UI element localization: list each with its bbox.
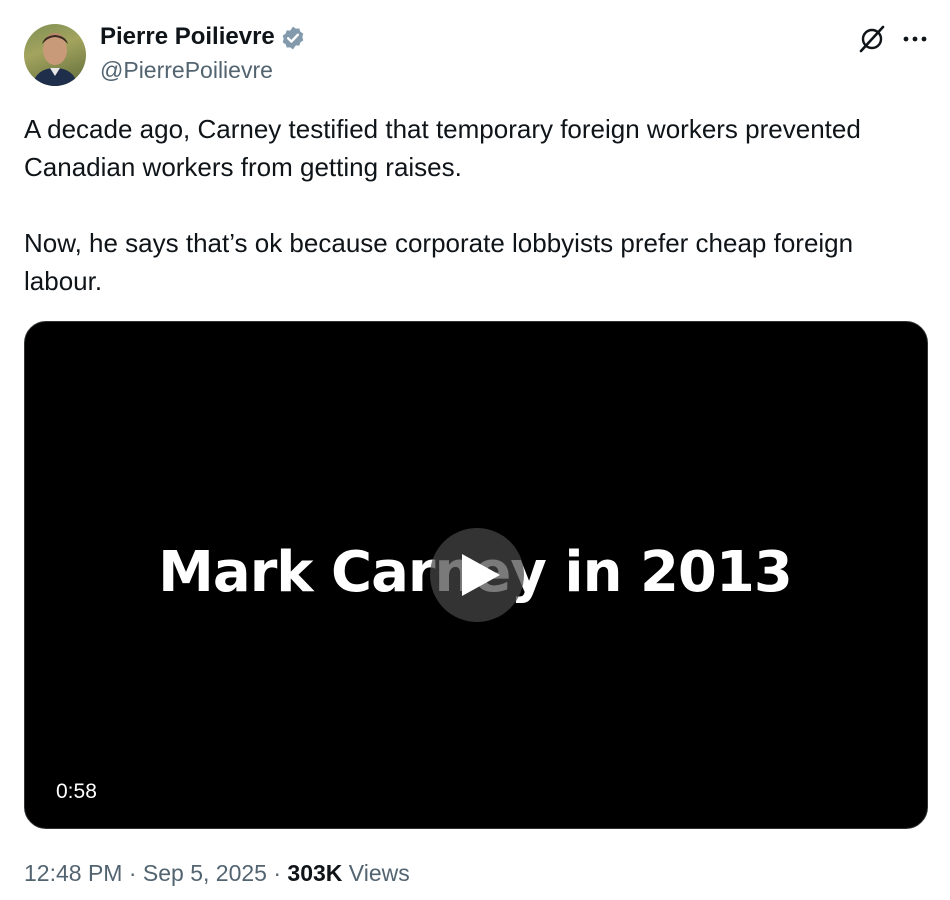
more-icon[interactable]	[900, 24, 930, 54]
author-display-name[interactable]: Pierre Poilievre	[100, 22, 275, 52]
views-count[interactable]: 303K	[287, 860, 342, 886]
verified-badge-icon	[282, 26, 304, 50]
views-label: Views	[348, 860, 410, 886]
video-duration: 0:58	[56, 780, 97, 803]
tweet-text: A decade ago, Carney testified that temp…	[24, 110, 934, 300]
author-handle[interactable]: @PierrePoilievre	[100, 56, 273, 84]
tweet-paragraph: A decade ago, Carney testified that temp…	[24, 114, 861, 182]
separator: ·	[128, 860, 137, 886]
play-icon	[462, 554, 500, 596]
tweet-date[interactable]: Sep 5, 2025	[143, 860, 267, 886]
separator: ·	[273, 860, 282, 886]
tweet-time[interactable]: 12:48 PM	[24, 860, 122, 886]
tweet-paragraph: Now, he says that’s ok because corporate…	[24, 228, 854, 296]
tweet-metadata: 12:48 PM · Sep 5, 2025 · 303K Views	[24, 858, 410, 888]
grok-icon[interactable]	[857, 24, 887, 54]
avatar[interactable]	[24, 24, 86, 86]
tweet: Pierre Poilievre @PierrePoilievre A deca…	[0, 0, 950, 900]
play-button[interactable]	[430, 528, 524, 622]
